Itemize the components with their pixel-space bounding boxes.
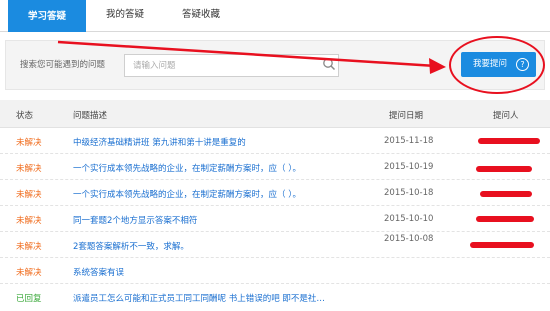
question-date: 2015-10-10 bbox=[384, 214, 434, 224]
question-link[interactable]: 中级经济基础精讲班 第九讲和第十讲是重复的 bbox=[73, 136, 246, 148]
question-date: 2015-10-18 bbox=[384, 188, 434, 198]
table-row[interactable]: 未解决 同一套题2个地方显示答案不相符 2015-10-10 bbox=[0, 206, 550, 232]
question-link[interactable]: 系统答案有误 bbox=[73, 266, 124, 278]
tab-my-qa[interactable]: 我的答疑 bbox=[88, 0, 162, 32]
question-date: 2015-11-18 bbox=[384, 136, 434, 146]
tab-study-qa[interactable]: 学习答疑 bbox=[8, 0, 86, 32]
question-link[interactable]: 2套题答案解析不一致，求解。 bbox=[73, 240, 189, 252]
ask-question-button[interactable]: 我要提问 ? bbox=[461, 52, 536, 77]
question-link[interactable]: 一个实行成本领先战略的企业，在制定薪酬方案时，应（ ）。 bbox=[73, 162, 301, 174]
help-icon[interactable]: ? bbox=[516, 58, 529, 71]
redaction-mark bbox=[470, 242, 534, 248]
table-row[interactable]: 未解决 系统答案有误 bbox=[0, 258, 550, 284]
question-date: 2015-10-19 bbox=[384, 162, 434, 172]
table-row[interactable]: 未解决 2套题答案解析不一致，求解。 2015-10-08 bbox=[0, 232, 550, 258]
status-badge: 未解决 bbox=[16, 138, 42, 148]
question-link[interactable]: 派遣员工怎么可能和正式员工同工同酬呢 书上错误的吧 即不是社… bbox=[73, 292, 325, 304]
status-badge: 已回复 bbox=[16, 294, 42, 304]
redaction-mark bbox=[480, 191, 532, 197]
header-question: 问题描述 bbox=[73, 111, 108, 121]
status-badge: 未解决 bbox=[16, 242, 42, 252]
redaction-mark bbox=[478, 138, 540, 144]
table-row[interactable]: 已回复 派遣员工怎么可能和正式员工同工同酬呢 书上错误的吧 即不是社… bbox=[0, 284, 550, 310]
table-header: 状态 问题描述 提问日期 提问人 bbox=[0, 100, 550, 128]
question-link[interactable]: 同一套题2个地方显示答案不相符 bbox=[73, 214, 197, 226]
header-date: 提问日期 bbox=[389, 111, 424, 121]
search-icon[interactable] bbox=[322, 57, 336, 71]
table-row[interactable]: 未解决 一个实行成本领先战略的企业，在制定薪酬方案时，应（ ）。 2015-10… bbox=[0, 180, 550, 206]
ask-question-label: 我要提问 bbox=[473, 59, 508, 69]
redaction-mark bbox=[476, 216, 534, 222]
header-status: 状态 bbox=[16, 111, 34, 121]
header-asker: 提问人 bbox=[493, 111, 519, 121]
tab-qa-favorites[interactable]: 答疑收藏 bbox=[164, 0, 238, 32]
question-link[interactable]: 一个实行成本领先战略的企业，在制定薪酬方案时，应（ ）。 bbox=[73, 188, 301, 200]
table-row[interactable]: 未解决 一个实行成本领先战略的企业，在制定薪酬方案时，应（ ）。 2015-10… bbox=[0, 154, 550, 180]
status-badge: 未解决 bbox=[16, 164, 42, 174]
tab-bar: 学习答疑 我的答疑 答疑收藏 bbox=[0, 0, 550, 32]
question-date: 2015-10-08 bbox=[384, 234, 434, 244]
table-row[interactable]: 未解决 中级经济基础精讲班 第九讲和第十讲是重复的 2015-11-18 bbox=[0, 128, 550, 154]
status-badge: 未解决 bbox=[16, 268, 42, 278]
status-badge: 未解决 bbox=[16, 190, 42, 200]
status-badge: 未解决 bbox=[16, 216, 42, 226]
redaction-mark bbox=[476, 166, 532, 172]
search-label: 搜索您可能遇到的问题 bbox=[20, 60, 106, 70]
search-input[interactable] bbox=[124, 54, 339, 77]
